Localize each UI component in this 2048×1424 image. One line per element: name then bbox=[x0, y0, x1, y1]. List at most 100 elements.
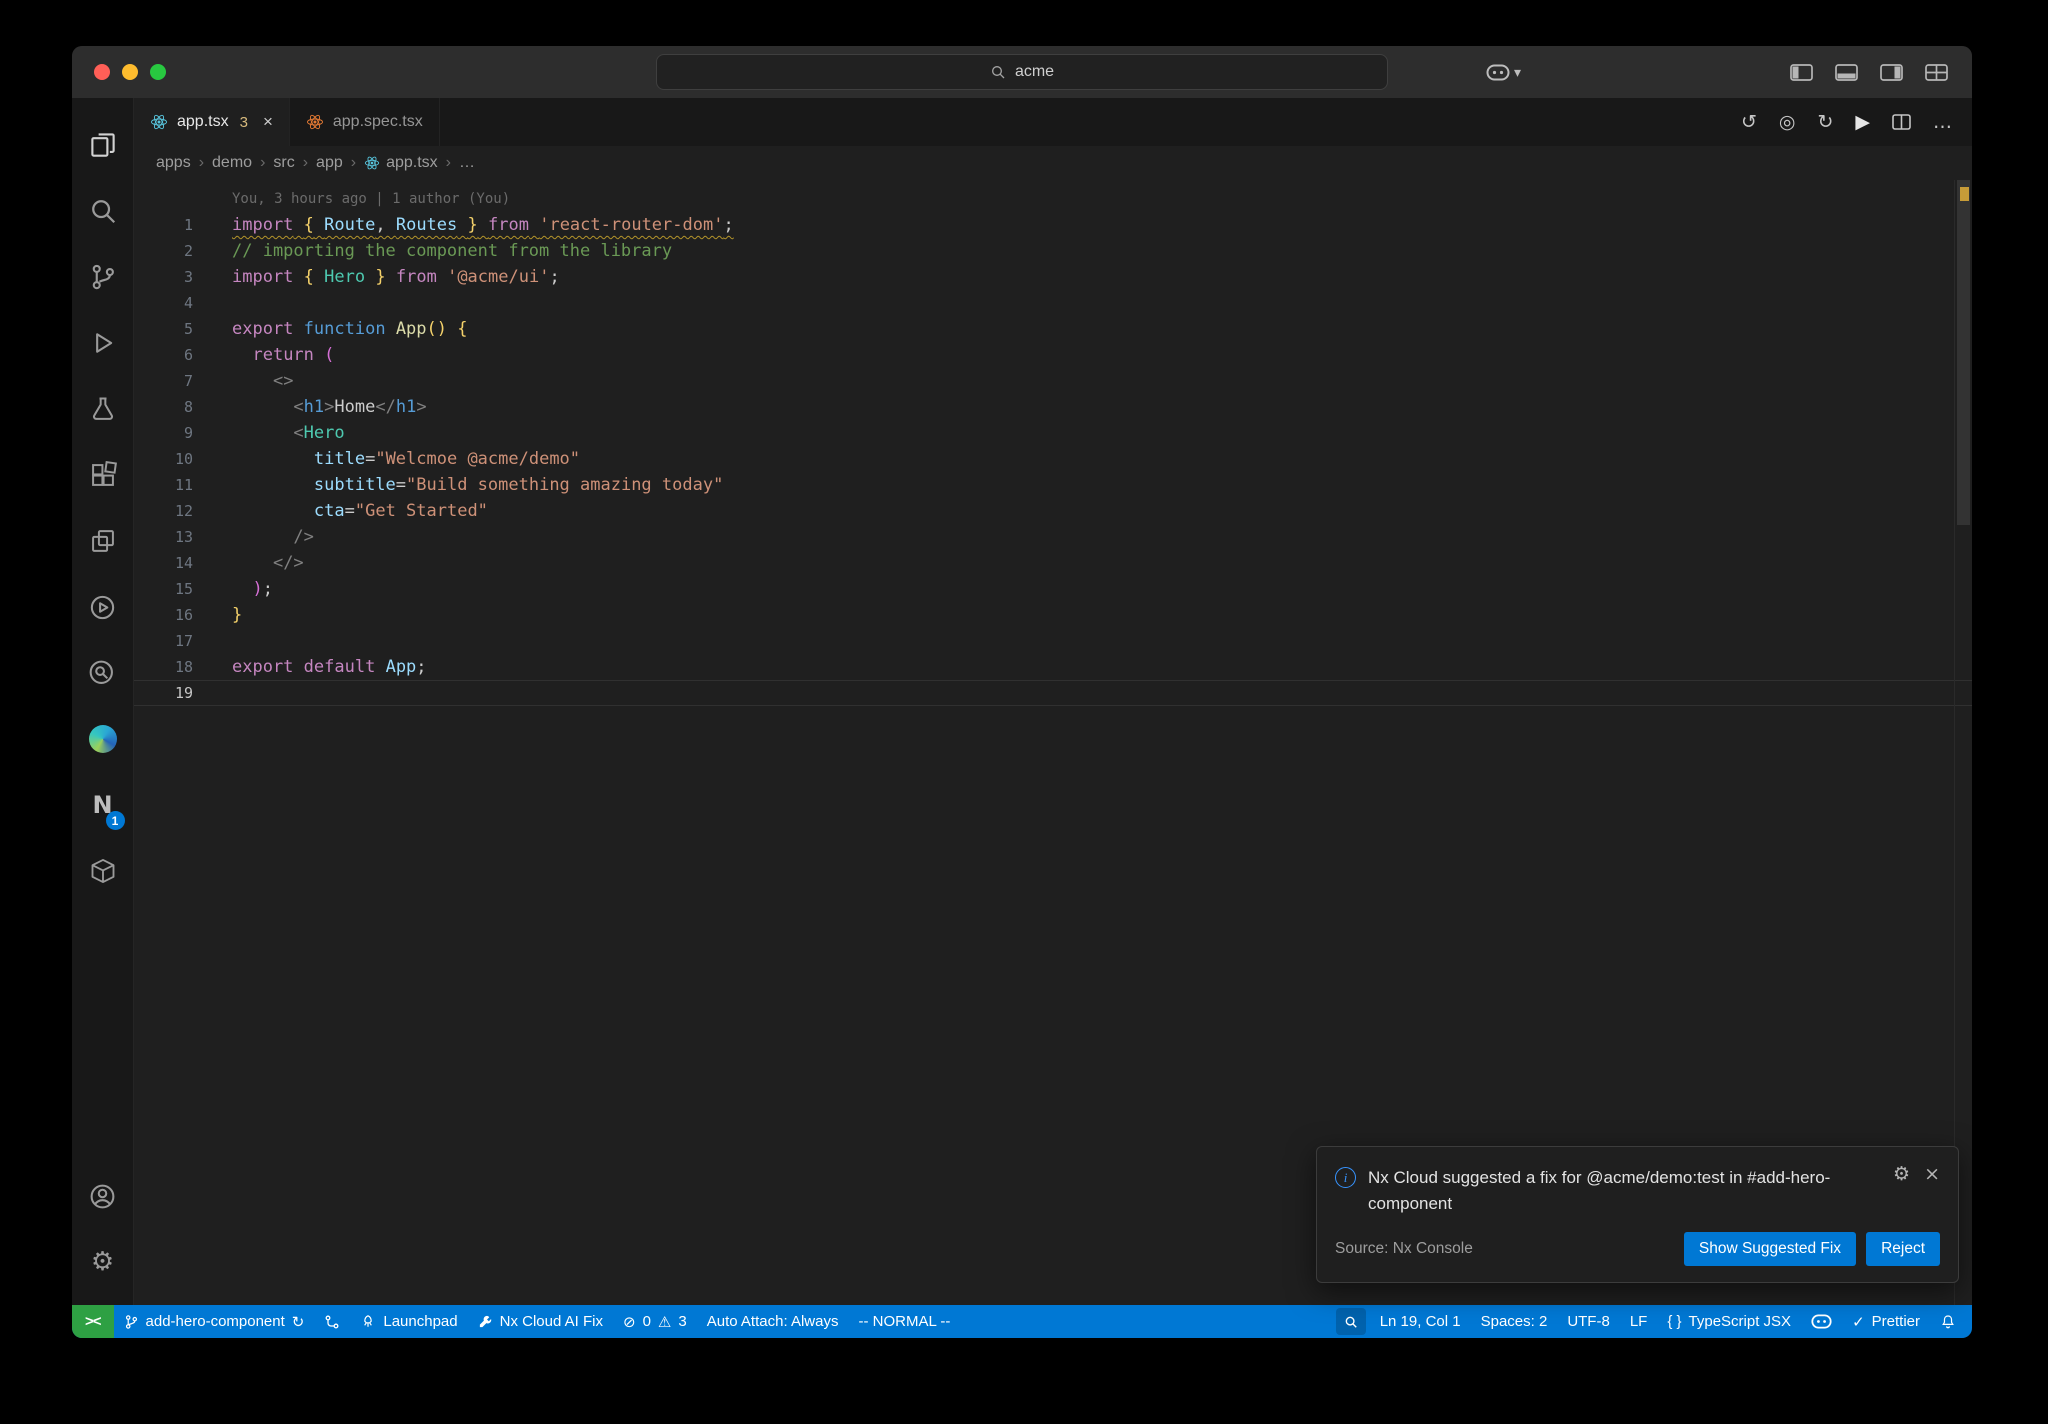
sync-icon: ↻ bbox=[291, 1312, 305, 1331]
code-line[interactable]: 18 export default App; bbox=[134, 654, 1972, 680]
code-line[interactable]: 3 import { Hero } from '@acme/ui'; bbox=[134, 264, 1972, 290]
language-mode-item[interactable]: { } TypeScript JSX bbox=[1657, 1305, 1801, 1338]
breadcrumb-separator: › bbox=[198, 154, 205, 171]
line-number: 3 bbox=[183, 268, 193, 286]
reject-button[interactable]: Reject bbox=[1866, 1232, 1940, 1266]
minimize-window-button[interactable] bbox=[122, 64, 138, 80]
line-number: 5 bbox=[183, 320, 193, 338]
copilot-icon bbox=[1486, 64, 1510, 80]
breadcrumb-file[interactable]: app.tsx bbox=[364, 154, 438, 172]
code-line[interactable]: 15 ); bbox=[134, 576, 1972, 602]
notification-gear-icon[interactable]: ⚙ bbox=[1893, 1165, 1910, 1184]
tab-app-spec-tsx[interactable]: app.spec.tsx bbox=[289, 98, 440, 146]
show-suggested-fix-button[interactable]: Show Suggested Fix bbox=[1683, 1232, 1857, 1266]
auto-attach-item[interactable]: Auto Attach: Always bbox=[697, 1305, 849, 1338]
settings-gear-icon[interactable]: ⚙ bbox=[72, 1229, 134, 1295]
chevron-down-icon: ▾ bbox=[1514, 63, 1522, 80]
code-line[interactable]: 16} bbox=[134, 602, 1972, 628]
nx-console-icon[interactable]: N 1 bbox=[72, 772, 134, 838]
notification-toast: i Nx Cloud suggested a fix for @acme/dem… bbox=[1316, 1146, 1959, 1283]
code-line[interactable]: 8 <h1>Home</h1> bbox=[134, 394, 1972, 420]
code-line[interactable]: 10 title="Welcmoe @acme/demo" bbox=[134, 446, 1972, 472]
code-line[interactable]: 19 bbox=[134, 680, 1972, 706]
problems-item[interactable]: ⊘ 0 ⚠ 3 bbox=[613, 1305, 697, 1338]
notification-close-icon[interactable]: × bbox=[1924, 1165, 1940, 1184]
code-line[interactable]: 9 <Hero bbox=[134, 420, 1972, 446]
go-to-marker-icon[interactable]: ◎ bbox=[1779, 111, 1796, 133]
code-line[interactable]: 7 <> bbox=[134, 368, 1972, 394]
copilot-menu[interactable]: ▾ bbox=[1486, 64, 1521, 81]
copilot-status-item[interactable] bbox=[1801, 1305, 1842, 1338]
inspect-circle-icon[interactable] bbox=[72, 640, 134, 706]
tab-app-tsx[interactable]: app.tsx 3 × bbox=[134, 98, 290, 146]
command-center-search[interactable]: acme bbox=[656, 54, 1388, 90]
breadcrumb-item[interactable]: src bbox=[273, 154, 294, 172]
scrollbar-slider[interactable] bbox=[1957, 180, 1970, 525]
breadcrumb-item[interactable]: apps bbox=[156, 154, 191, 172]
run-debug-icon[interactable] bbox=[72, 310, 134, 376]
code-line[interactable]: 11 subtitle="Build something amazing tod… bbox=[134, 472, 1972, 498]
search-mode-item[interactable] bbox=[1335, 1308, 1366, 1335]
explorer-icon[interactable] bbox=[72, 112, 134, 178]
code-line[interactable]: 13 /> bbox=[134, 524, 1972, 550]
code-line[interactable]: 2// importing the component from the lib… bbox=[134, 238, 1972, 264]
code-editor[interactable]: You, 3 hours ago | 1 author (You) 1 impor… bbox=[134, 180, 1972, 1305]
navigate-back-editor-icon[interactable]: ↺ bbox=[1741, 111, 1757, 133]
zoom-window-button[interactable] bbox=[150, 64, 166, 80]
remote-explorer-icon[interactable] bbox=[72, 508, 134, 574]
package-icon[interactable] bbox=[72, 838, 134, 904]
more-actions-icon[interactable]: … bbox=[1933, 111, 1952, 133]
line-number: 6 bbox=[183, 346, 193, 364]
git-branch-item[interactable]: add-hero-component ↻ bbox=[114, 1305, 315, 1338]
code-line[interactable]: 17 bbox=[134, 628, 1972, 654]
editor-actions: ↺ ◎ ↻ ▶ … bbox=[1741, 98, 1972, 146]
split-editor-icon[interactable] bbox=[1892, 114, 1911, 130]
line-number: 2 bbox=[183, 242, 193, 260]
notifications-bell-item[interactable] bbox=[1930, 1305, 1966, 1338]
nx-cloud-fix-item[interactable]: Nx Cloud AI Fix bbox=[468, 1305, 613, 1338]
source-control-icon[interactable] bbox=[72, 244, 134, 310]
toggle-secondary-sidebar-icon[interactable] bbox=[1880, 63, 1903, 81]
account-icon[interactable] bbox=[72, 1163, 134, 1229]
window-controls bbox=[94, 64, 166, 80]
edge-browser-icon[interactable] bbox=[72, 706, 134, 772]
indentation-item[interactable]: Spaces: 2 bbox=[1471, 1305, 1558, 1338]
code-lines: 1 import { Route, Routes } from 'react-ro… bbox=[134, 212, 1972, 706]
code-line[interactable]: 4 bbox=[134, 290, 1972, 316]
testing-icon[interactable] bbox=[72, 376, 134, 442]
launchpad-item[interactable]: Launchpad bbox=[350, 1305, 467, 1338]
close-window-button[interactable] bbox=[94, 64, 110, 80]
react-file-icon bbox=[364, 156, 380, 170]
commit-graph-item[interactable] bbox=[314, 1305, 350, 1338]
customize-layout-icon[interactable] bbox=[1925, 63, 1948, 81]
formatter-item[interactable]: ✓ Prettier bbox=[1842, 1305, 1930, 1338]
code-line[interactable]: 12 cta="Get Started" bbox=[134, 498, 1972, 524]
editor-scrollbar[interactable] bbox=[1954, 180, 1972, 1305]
play-circle-icon[interactable] bbox=[72, 574, 134, 640]
code-line[interactable]: 1 import { Route, Routes } from 'react-ro… bbox=[134, 212, 1972, 238]
code-line[interactable]: 14 </> bbox=[134, 550, 1972, 576]
copilot-icon bbox=[1811, 1314, 1832, 1329]
code-line[interactable]: 5 export function App() { bbox=[134, 316, 1972, 342]
remote-indicator[interactable]: >< bbox=[72, 1305, 114, 1338]
encoding-item[interactable]: UTF-8 bbox=[1557, 1305, 1620, 1338]
line-number: 11 bbox=[174, 476, 193, 494]
line-number: 17 bbox=[174, 632, 193, 650]
navigate-forward-editor-icon[interactable]: ↻ bbox=[1817, 111, 1833, 133]
code-line[interactable]: 6 return ( bbox=[134, 342, 1972, 368]
close-tab-icon[interactable]: × bbox=[263, 112, 273, 132]
breadcrumb-item[interactable]: demo bbox=[212, 154, 252, 172]
breadcrumb-item[interactable]: app bbox=[316, 154, 343, 172]
breadcrumb-item[interactable]: … bbox=[459, 154, 475, 172]
run-file-icon[interactable]: ▶ bbox=[1855, 111, 1870, 133]
extensions-icon[interactable] bbox=[72, 442, 134, 508]
toggle-panel-icon[interactable] bbox=[1835, 63, 1858, 81]
search-icon[interactable] bbox=[72, 178, 134, 244]
eol-item[interactable]: LF bbox=[1620, 1305, 1658, 1338]
breadcrumb: apps › demo › src › app › app.tsx › … bbox=[134, 146, 1972, 180]
line-number: 9 bbox=[183, 424, 193, 442]
toggle-primary-sidebar-icon[interactable] bbox=[1790, 63, 1813, 81]
cursor-position-item[interactable]: Ln 19, Col 1 bbox=[1370, 1305, 1471, 1338]
warnings-icon: ⚠ bbox=[657, 1312, 672, 1331]
vim-mode-item[interactable]: -- NORMAL -- bbox=[848, 1305, 960, 1338]
